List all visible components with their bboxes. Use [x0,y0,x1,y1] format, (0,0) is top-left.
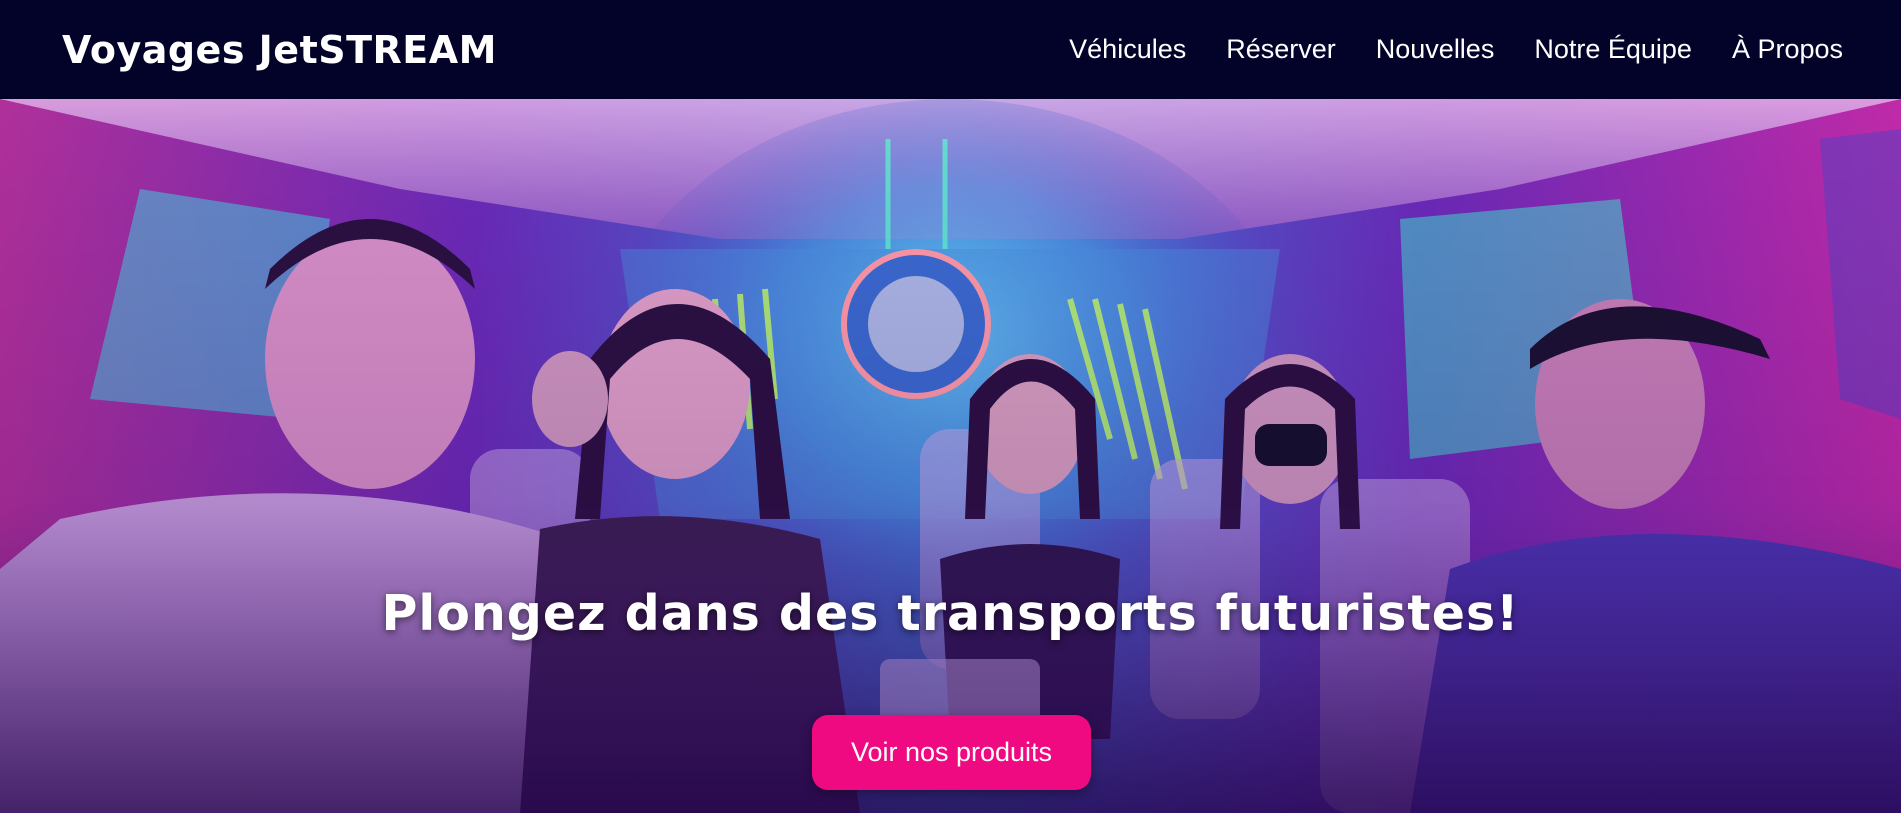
view-products-button[interactable]: Voir nos produits [812,715,1091,790]
hero-title: Plongez dans des transports futuristes! [381,585,1520,642]
nav-link-notre-equipe[interactable]: Notre Équipe [1534,34,1692,64]
site-header: Voyages JetSTREAM Véhicules Réserver Nou… [0,0,1901,99]
nav-link-nouvelles[interactable]: Nouvelles [1376,34,1495,64]
brand-logo[interactable]: Voyages JetSTREAM [62,28,497,72]
nav-link-vehicules[interactable]: Véhicules [1069,34,1186,64]
nav-link-reserver[interactable]: Réserver [1226,34,1336,64]
hero-overlay [0,99,1901,813]
nav-link-a-propos[interactable]: À Propos [1732,34,1843,64]
hero-section: Plongez dans des transports futuristes! … [0,99,1901,813]
main-nav: Véhicules Réserver Nouvelles Notre Équip… [1069,34,1843,65]
